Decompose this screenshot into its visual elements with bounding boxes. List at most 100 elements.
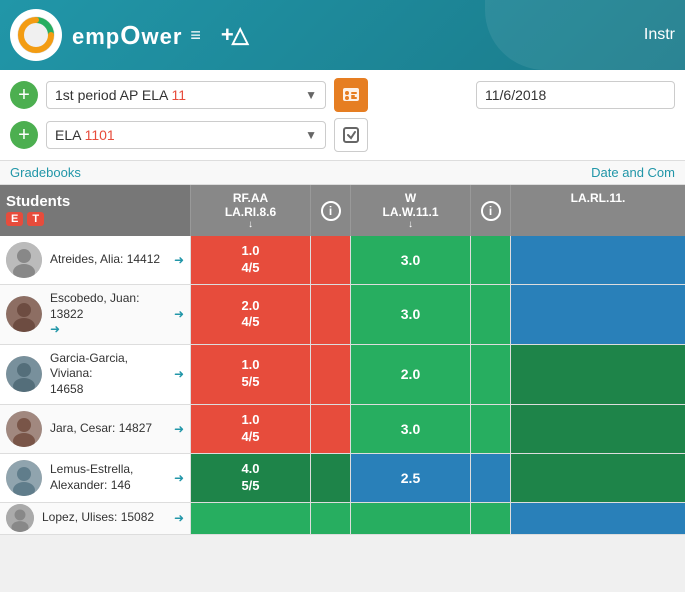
student-arrow[interactable]: ➜ [174, 253, 184, 267]
date-input[interactable] [476, 81, 675, 109]
student-name: Jara, Cesar: 14827 [50, 421, 166, 437]
student-name: Atreides, Alia: 14412 [50, 252, 166, 268]
grade-cell-green[interactable] [190, 503, 310, 534]
add-course-icon[interactable]: +△ [221, 22, 247, 48]
avatar [6, 356, 42, 392]
grade-info-gap2 [470, 405, 510, 453]
grade-cell-blue[interactable] [510, 503, 685, 534]
table-row: Lopez, Ulises: 15082 ➜ [0, 503, 685, 535]
grade-cell-red[interactable]: 1.05/5 [190, 345, 310, 404]
student-name: Lopez, Ulises: 15082 [42, 510, 166, 526]
course-dropdown-arrow: ▼ [305, 128, 317, 142]
avatar [6, 411, 42, 447]
col2-info[interactable]: i [470, 185, 510, 236]
col3-label: LA.RL.11. [517, 191, 679, 205]
course-dropdown-text: ELA 1101 [55, 127, 300, 143]
students-label: Students [6, 193, 184, 210]
col2-header: WLA.W.11.1 ↓ [350, 185, 470, 236]
grade-info-gap2 [470, 454, 510, 502]
table-row: Escobedo, Juan: 13822➜ ➜ 2.04/5 3.0 [0, 285, 685, 345]
add-course-button[interactable]: + [10, 121, 38, 149]
course-row: + ELA 1101 ▼ [10, 118, 675, 152]
avatar [6, 460, 42, 496]
class-row: + 1st period AP ELA 11 ▼ [10, 78, 675, 112]
grade-cell-green[interactable]: 2.0 [350, 345, 470, 404]
filter-badges: E T [6, 212, 184, 226]
grade-cell-darkgreen[interactable] [510, 454, 685, 502]
student-arrow[interactable]: ➜ [174, 422, 184, 436]
grade-info-gap [310, 345, 350, 404]
grade-cell-darkgreen[interactable] [510, 345, 685, 404]
table-row: Jara, Cesar: 14827 ➜ 1.04/5 3.0 [0, 405, 685, 454]
badge-t[interactable]: T [27, 212, 44, 226]
grade-cell-darkgreen[interactable]: 4.05/5 [190, 454, 310, 502]
col1-label: RF.AALA.RI.8.6 [197, 191, 304, 219]
avatar [6, 296, 42, 332]
hamburger-icon[interactable]: ≡ [190, 25, 201, 46]
grade-cell-red[interactable]: 1.04/5 [190, 405, 310, 453]
col2-sort[interactable]: ↓ [357, 219, 464, 230]
badge-e[interactable]: E [6, 212, 23, 226]
col1-info-icon[interactable]: i [321, 201, 341, 221]
col2-info-icon[interactable]: i [481, 201, 501, 221]
grade-info-gap2 [470, 236, 510, 284]
col2-label: WLA.W.11.1 [357, 191, 464, 219]
avatar [6, 504, 34, 532]
tab-section: Gradebooks Date and Com [0, 161, 685, 185]
grade-info-gap2 [470, 285, 510, 344]
grade-cell-blue[interactable]: 2.5 [350, 454, 470, 502]
grade-cell-green2[interactable] [350, 503, 470, 534]
student-cell: Lemus-Estrella,Alexander: 146 ➜ [0, 454, 190, 502]
student-cell: Jara, Cesar: 14827 ➜ [0, 405, 190, 453]
grade-cell-blue[interactable] [510, 236, 685, 284]
class-dropdown-text: 1st period AP ELA 11 [55, 87, 300, 103]
student-arrow[interactable]: ➜ [174, 307, 184, 321]
grade-info-gap [310, 236, 350, 284]
tab-right: Date and Com [581, 161, 685, 184]
student-name: Garcia-Garcia, Viviana:14658 [50, 351, 166, 398]
grade-info-gap [310, 405, 350, 453]
grade-cell-blue[interactable] [510, 285, 685, 344]
grade-info-gap [310, 285, 350, 344]
grade-cell-red[interactable]: 2.04/5 [190, 285, 310, 344]
gradebooks-tab[interactable]: Gradebooks [10, 165, 81, 180]
student-arrow[interactable]: ➜ [174, 367, 184, 381]
toolbar: + 1st period AP ELA 11 ▼ + ELA 11 [0, 70, 685, 161]
grade-cell-green[interactable]: 3.0 [350, 285, 470, 344]
student-arrow[interactable]: ➜ [174, 471, 184, 485]
class-dropdown[interactable]: 1st period AP ELA 11 ▼ [46, 81, 326, 109]
grade-cell-darkgreen[interactable] [510, 405, 685, 453]
col1-header: RF.AALA.RI.8.6 ↓ [190, 185, 310, 236]
grade-info-gap2 [470, 345, 510, 404]
date-tab[interactable]: Date and Com [591, 165, 675, 180]
header: empOwer ≡ +△ Instr [0, 0, 685, 70]
table-row: Atreides, Alia: 14412 ➜ 1.04/5 3.0 [0, 236, 685, 285]
grade-info-gap2 [470, 503, 510, 534]
grade-cell-green[interactable]: 3.0 [350, 236, 470, 284]
tab-left: Gradebooks [0, 161, 91, 184]
course-dropdown[interactable]: ELA 1101 ▼ [46, 121, 326, 149]
student-cell: Garcia-Garcia, Viviana:14658 ➜ [0, 345, 190, 404]
grade-info-gap [310, 454, 350, 502]
col3-header: LA.RL.11. [510, 185, 685, 236]
table-row: Garcia-Garcia, Viviana:14658 ➜ 1.05/5 2.… [0, 345, 685, 405]
student-cell: Escobedo, Juan: 13822➜ ➜ [0, 285, 190, 344]
header-right-label: Instr [644, 0, 685, 70]
course-icon-button[interactable] [334, 118, 368, 152]
grade-cell-green[interactable]: 3.0 [350, 405, 470, 453]
student-cell: Lopez, Ulises: 15082 ➜ [0, 503, 190, 534]
add-class-button[interactable]: + [10, 81, 38, 109]
logo [10, 9, 62, 61]
col1-sort[interactable]: ↓ [197, 219, 304, 230]
students-column-header: Students E T [0, 185, 190, 236]
grade-info-gap [310, 503, 350, 534]
col1-info[interactable]: i [310, 185, 350, 236]
grade-cell-red[interactable]: 1.04/5 [190, 236, 310, 284]
avatar [6, 242, 42, 278]
student-arrow[interactable]: ➜ [174, 511, 184, 525]
table-row: Lemus-Estrella,Alexander: 146 ➜ 4.05/5 2… [0, 454, 685, 503]
student-name: Escobedo, Juan: 13822➜ [50, 291, 166, 338]
brand-name: empOwer [72, 20, 182, 51]
class-icon-button[interactable] [334, 78, 368, 112]
student-cell: Atreides, Alia: 14412 ➜ [0, 236, 190, 284]
